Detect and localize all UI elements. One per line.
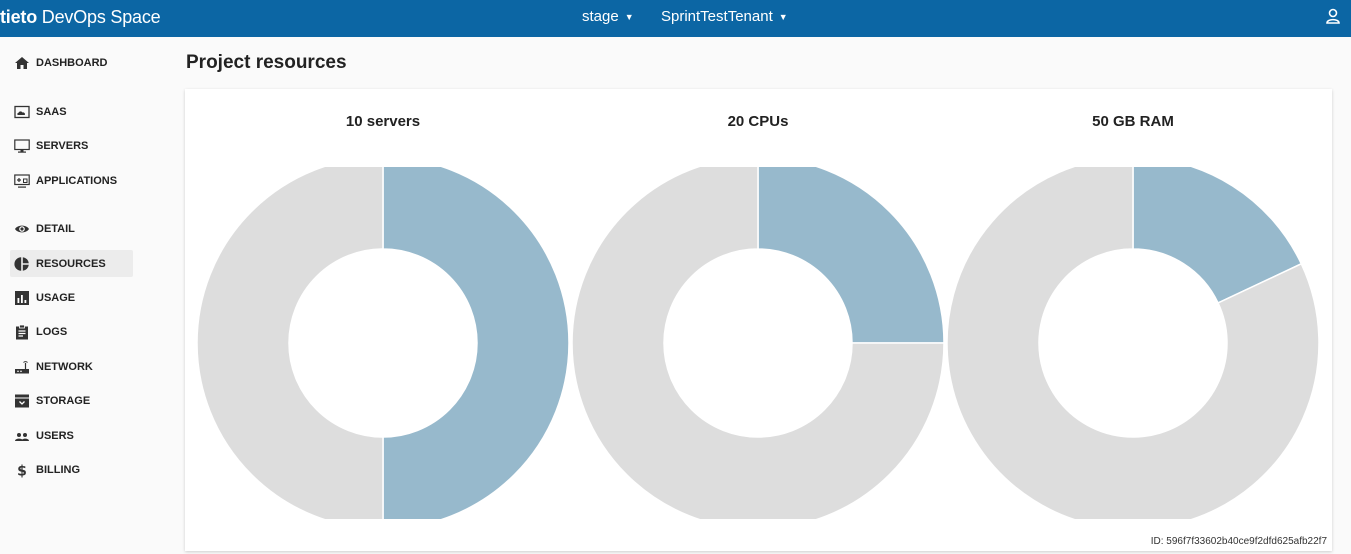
donut-slice-used[interactable] xyxy=(382,167,570,519)
sidebar-item-dashboard[interactable]: DASHBOARD xyxy=(10,49,133,76)
sidebar-item-label: LOGS xyxy=(36,325,68,338)
sidebar-item-network[interactable]: NETWORK xyxy=(10,353,133,380)
resources-card: 10 servers 20 CPUs 50 GB RAM ID: 596f7f3… xyxy=(185,89,1332,551)
eye-icon xyxy=(15,225,29,232)
chart-title-cpus: 20 CPUs xyxy=(727,113,789,130)
sidebar-item-label: SERVERS xyxy=(36,139,89,152)
bar-chart-icon xyxy=(15,290,29,305)
clipboard-icon xyxy=(16,324,28,339)
sidebar-item-servers[interactable]: SERVERS xyxy=(10,132,133,159)
donut-chart-cpus xyxy=(571,167,945,519)
donut-slice-free[interactable] xyxy=(196,167,384,519)
sidebar-item-label: SAAS xyxy=(36,105,67,118)
archive-icon xyxy=(15,394,29,407)
sidebar-item-label: STORAGE xyxy=(36,394,91,407)
sidebar-item-detail[interactable]: DETAIL xyxy=(10,215,133,242)
brand-rest: DevOps Space xyxy=(37,7,161,27)
brand-logo[interactable]: tieto DevOps Space xyxy=(0,7,161,28)
home-icon xyxy=(15,56,29,69)
tenant-selector[interactable]: SprintTestTenant ▼ xyxy=(661,8,788,25)
sidebar-item-label: APPLICATIONS xyxy=(36,174,118,187)
users-icon xyxy=(15,432,29,441)
sidebar-item-logs[interactable]: LOGS xyxy=(10,318,133,345)
svg-text:$: $ xyxy=(17,463,27,478)
sidebar: DASHBOARD SAAS SERVERS APPLICATIONS DETA… xyxy=(0,37,150,554)
sidebar-item-label: RESOURCES xyxy=(36,257,106,270)
pie-chart-icon xyxy=(14,256,29,271)
router-icon xyxy=(15,360,29,373)
environment-selector[interactable]: stage ▼ xyxy=(582,8,634,25)
sidebar-item-label: NETWORK xyxy=(36,360,93,373)
caret-down-icon: ▼ xyxy=(624,11,634,22)
sidebar-item-resources[interactable]: RESOURCES xyxy=(10,250,133,277)
sidebar-item-label: DASHBOARD xyxy=(36,56,108,69)
donut-slice-used[interactable] xyxy=(757,167,945,344)
sidebar-item-saas[interactable]: SAAS xyxy=(10,98,133,125)
sidebar-item-label: BILLING xyxy=(36,463,80,476)
cloud-icon xyxy=(14,105,30,118)
top-bar: tieto DevOps Space stage ▼ SprintTestTen… xyxy=(0,0,1351,37)
project-id: ID: 596f7f33602b40ce9f2dfd625afb22f7 xyxy=(1150,536,1327,547)
applications-icon xyxy=(14,173,30,188)
sidebar-item-storage[interactable]: STORAGE xyxy=(10,387,133,414)
chart-title-servers: 10 servers xyxy=(345,113,421,130)
chart-title-ram: 50 GB RAM xyxy=(1092,113,1174,130)
monitor-icon xyxy=(14,138,30,153)
brand-bold: tieto xyxy=(0,7,37,27)
sidebar-item-usage[interactable]: USAGE xyxy=(10,284,133,311)
sidebar-item-label: USAGE xyxy=(36,291,76,304)
sidebar-item-users[interactable]: USERS xyxy=(10,422,133,449)
donut-chart-ram xyxy=(946,167,1320,519)
tenant-label: SprintTestTenant xyxy=(661,8,773,25)
caret-down-icon: ▼ xyxy=(778,11,788,22)
sidebar-item-billing[interactable]: $ BILLING xyxy=(10,456,133,483)
dollar-icon: $ xyxy=(17,463,27,478)
sidebar-item-label: USERS xyxy=(36,429,74,442)
donut-chart-servers xyxy=(196,167,570,519)
sidebar-item-applications[interactable]: APPLICATIONS xyxy=(10,167,133,194)
environment-label: stage xyxy=(582,8,619,25)
sidebar-item-label: DETAIL xyxy=(36,222,75,235)
page-title: Project resources xyxy=(186,52,347,73)
user-icon[interactable] xyxy=(1325,7,1341,27)
